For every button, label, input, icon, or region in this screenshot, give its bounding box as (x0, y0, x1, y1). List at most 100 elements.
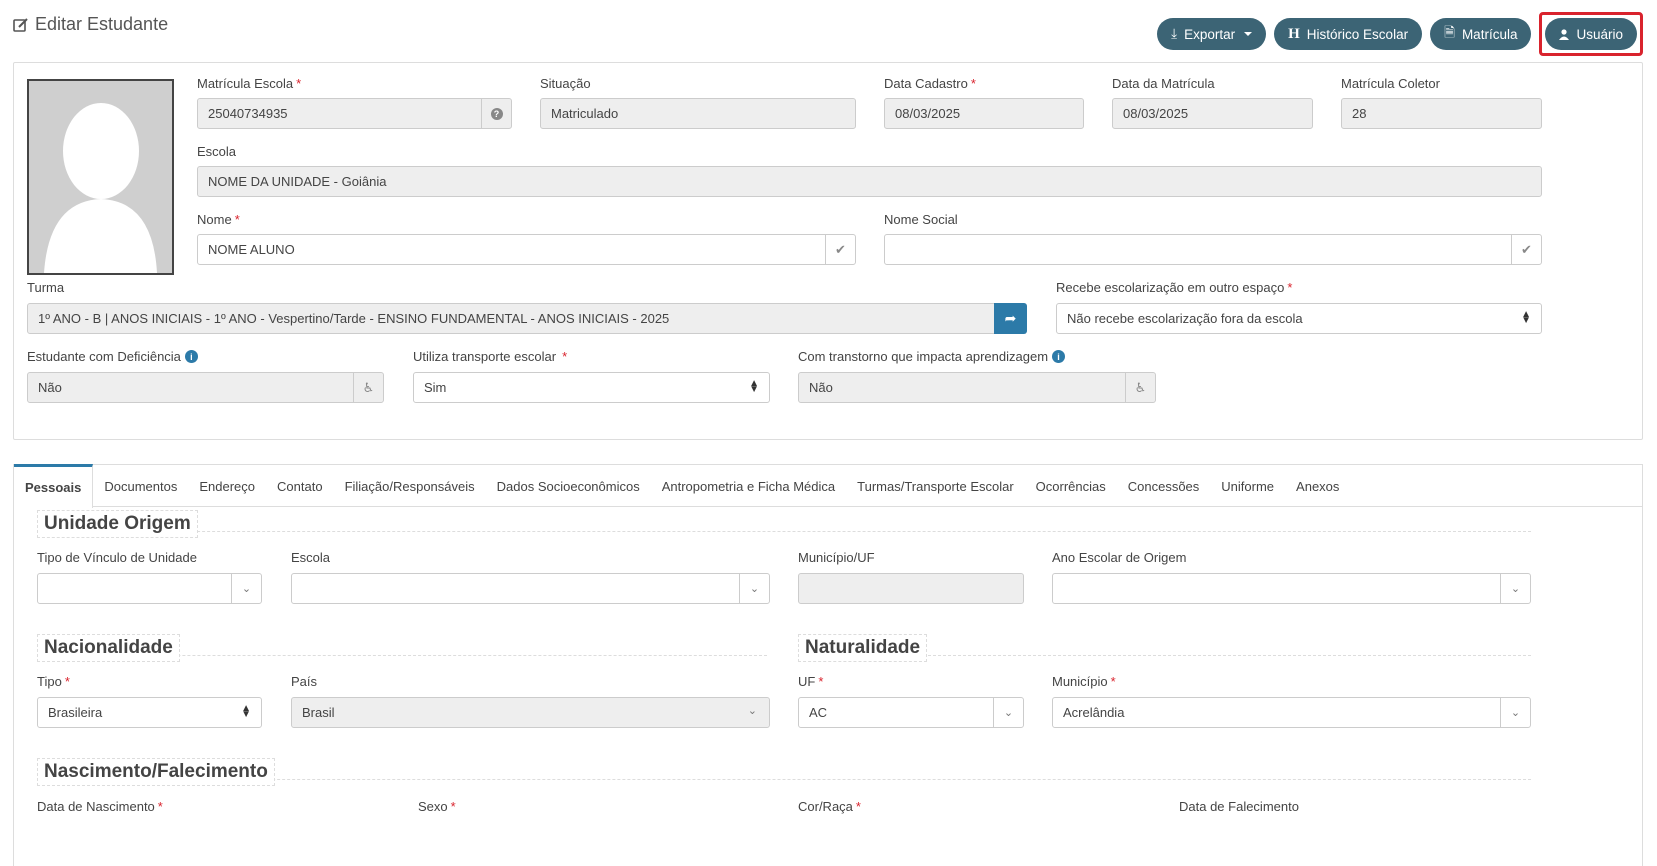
usuario-button[interactable]: Usuário (1545, 18, 1637, 50)
info-icon[interactable]: i (1052, 350, 1066, 363)
chevron-down-icon: ⌄ (739, 574, 769, 603)
tab-ocorrencias[interactable]: Ocorrências (1025, 465, 1117, 507)
page-title: Editar Estudante (13, 14, 168, 35)
escola-origem-select[interactable]: ⌄ (291, 573, 770, 604)
matricula-button[interactable]: 🗎 Matrícula (1430, 18, 1532, 50)
data-nascimento-label: Data de Nascimento * (37, 799, 163, 814)
toolbar: ⤓ Exportar H Histórico Escolar 🗎 Matrícu… (1157, 12, 1643, 56)
nascimento-heading: Nascimento/Falecimento (37, 758, 275, 786)
unidade-origem-heading: Unidade Origem (37, 510, 198, 538)
cor-raca-label: Cor/Raça * (798, 799, 861, 814)
nome-social-field[interactable]: ✔ (884, 234, 1542, 265)
escola-origem-label: Escola (291, 550, 331, 565)
chevron-down-icon: ⌄ (747, 705, 757, 717)
export-button[interactable]: ⤓ Exportar (1157, 18, 1267, 50)
turma-label: Turma (27, 280, 65, 295)
deficiencia-label: Estudante com Deficiência (27, 349, 181, 364)
transporte-select[interactable]: Sim ▲ ▼ (413, 372, 770, 403)
deficiencia-label-group: Estudante com Deficiência i (27, 349, 198, 364)
municipio-uf-field[interactable] (798, 573, 1024, 604)
deficiencia-field[interactable]: Não ♿ (27, 372, 384, 403)
tab-turmas-transporte[interactable]: Turmas/Transporte Escolar (846, 465, 1025, 507)
data-matricula-label: Data da Matrícula (1112, 76, 1215, 91)
nome-label: Nome * (197, 212, 240, 227)
tab-anexos[interactable]: Anexos (1285, 465, 1350, 507)
tab-dados-socioeconomicos[interactable]: Dados Socioeconômicos (486, 465, 651, 507)
ano-escolar-select[interactable]: ⌄ (1052, 573, 1531, 604)
tab-documentos[interactable]: Documentos (93, 465, 188, 507)
wheelchair-icon: ♿ (1125, 373, 1155, 402)
nacionalidade-heading: Nacionalidade (37, 634, 180, 662)
tab-filiacao[interactable]: Filiação/Responsáveis (334, 465, 486, 507)
matricula-escola-field[interactable]: 25040734935 ? (197, 98, 512, 129)
help-icon[interactable]: ? (481, 99, 511, 128)
historico-escolar-button[interactable]: H Histórico Escolar (1274, 18, 1423, 50)
tab-contato[interactable]: Contato (266, 465, 334, 507)
tipo-vinculo-label: Tipo de Vínculo de Unidade (37, 550, 197, 565)
usuario-highlight: Usuário (1539, 12, 1643, 56)
naturalidade-heading: Naturalidade (798, 634, 928, 662)
data-matricula-field[interactable]: 08/03/2025 (1112, 98, 1313, 129)
transtorno-field[interactable]: Não ♿ (798, 372, 1156, 403)
download-icon: ⤓ (1171, 26, 1178, 41)
user-icon (1559, 28, 1570, 40)
share-icon[interactable]: ➦ (994, 303, 1027, 334)
document-icon: 🗎 (1444, 24, 1455, 40)
usuario-label: Usuário (1576, 26, 1623, 42)
ano-escolar-label: Ano Escolar de Origem (1052, 550, 1187, 565)
matricula-escola-label: Matrícula Escola * (197, 76, 302, 91)
sexo-label: Sexo * (418, 799, 456, 814)
info-icon[interactable]: i (184, 350, 198, 363)
sort-arrows-icon: ▲ ▼ (1521, 309, 1531, 326)
data-falecimento-label: Data de Falecimento (1179, 799, 1299, 814)
page-title-text: Editar Estudante (35, 14, 169, 34)
data-cadastro-field[interactable]: 08/03/2025 (884, 98, 1084, 129)
data-cadastro-label: Data Cadastro * (884, 76, 976, 91)
matricula-label: Matrícula (1461, 26, 1518, 42)
tipo-select[interactable]: Brasileira ▲ ▼ (37, 697, 262, 728)
tab-pessoais[interactable]: Pessoais (14, 464, 94, 508)
recebe-label: Recebe escolarização em outro espaço * (1056, 280, 1293, 295)
h-icon: H (1288, 25, 1300, 42)
pais-select[interactable]: Brasil ⌄ (291, 697, 770, 728)
chevron-down-icon: ⌄ (231, 574, 261, 603)
pais-label: País (291, 674, 318, 689)
export-label: Exportar (1184, 26, 1236, 42)
tab-antropometria[interactable]: Antropometria e Ficha Médica (651, 465, 846, 507)
escola-label: Escola (197, 144, 237, 159)
tipo-label: Tipo * (37, 674, 70, 689)
historico-label: Histórico Escolar (1306, 26, 1409, 42)
tab-concessoes[interactable]: Concessões (1117, 465, 1211, 507)
uf-select[interactable]: AC ⌄ (798, 697, 1024, 728)
tab-endereco[interactable]: Endereço (188, 465, 266, 507)
transtorno-label-group: Com transtorno que impacta aprendizagem … (798, 349, 1066, 364)
matricula-coletor-field[interactable]: 28 (1341, 98, 1542, 129)
chevron-down-icon: ⌄ (993, 698, 1023, 727)
municipio-uf-label: Município/UF (798, 550, 875, 565)
check-icon: ✔ (825, 235, 855, 264)
section-divider (37, 531, 1531, 532)
situacao-label: Situação (540, 76, 591, 91)
nome-field[interactable]: NOME ALUNO ✔ (197, 234, 856, 265)
check-icon: ✔ (1511, 235, 1541, 264)
sort-arrows-icon: ▲ ▼ (241, 703, 251, 720)
transtorno-label: Com transtorno que impacta aprendizagem (798, 349, 1049, 364)
tipo-vinculo-select[interactable]: ⌄ (37, 573, 262, 604)
tab-uniforme[interactable]: Uniforme (1210, 465, 1285, 507)
avatar-placeholder-icon (29, 81, 172, 273)
situacao-field[interactable]: Matriculado (540, 98, 856, 129)
municipio-label: Município * (1052, 674, 1116, 689)
transporte-label: Utiliza transporte escolar * (413, 349, 568, 364)
caret-down-icon (1244, 32, 1253, 36)
escola-field[interactable]: NOME DA UNIDADE - Goiânia (197, 166, 1542, 197)
edit-icon (13, 17, 28, 32)
chevron-down-icon: ⌄ (1500, 574, 1530, 603)
recebe-select[interactable]: Não recebe escolarização fora da escola … (1056, 303, 1542, 334)
municipio-select[interactable]: Acrelândia ⌄ (1052, 697, 1531, 728)
turma-field[interactable]: 1º ANO - B | ANOS INICIAIS - 1º ANO - Ve… (27, 303, 995, 334)
sort-arrows-icon: ▲ ▼ (749, 378, 759, 395)
nome-social-label: Nome Social (884, 212, 958, 227)
chevron-down-icon: ⌄ (1500, 698, 1530, 727)
student-photo[interactable] (27, 79, 174, 275)
wheelchair-icon: ♿ (353, 373, 383, 402)
